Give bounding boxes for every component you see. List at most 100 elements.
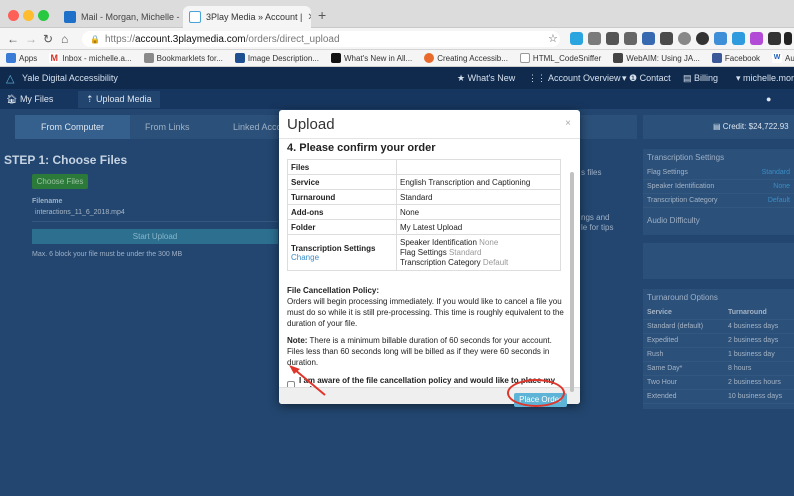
table-row: Service English Transcription and Caption… (287, 174, 561, 190)
cell: Same Day* (647, 365, 683, 372)
tab-3play[interactable]: 3Play Media » Account | ✕ (183, 6, 311, 28)
browser-tab-strip: Mail - Morgan, Michelle - Outl ✕ 3Play M… (0, 0, 794, 28)
filename-value: interactions_11_6_2018.mp4 (32, 209, 278, 222)
tab-mail[interactable]: Mail - Morgan, Michelle - Outl ✕ (58, 6, 180, 28)
home-icon[interactable]: ⌂ (61, 31, 68, 47)
bookmark-apps[interactable]: Apps (6, 53, 37, 63)
minimize-window-button[interactable] (23, 10, 34, 21)
extension-icon[interactable] (624, 32, 637, 45)
facebook-icon (711, 53, 722, 63)
bookmark-label: WebAIM: Using JA... (626, 53, 700, 63)
note-label: Note: (287, 336, 308, 345)
bookmark-image-description[interactable]: Image Description... (234, 53, 319, 63)
bookmark-facebook[interactable]: Facebook (711, 53, 760, 63)
turnaround-row: Standard (default) 4 business days (643, 320, 794, 334)
3play-logo-icon: △ (6, 73, 15, 85)
nav-upload-media[interactable]: ⇡ Upload Media (78, 91, 160, 108)
bookmark-inbox[interactable]: M Inbox - michelle.a... (49, 53, 132, 63)
cell: Two Hour (647, 379, 677, 386)
apps-grid-icon (6, 53, 16, 63)
extension-icon[interactable] (588, 32, 601, 45)
user-icon[interactable]: ● (766, 94, 771, 104)
scrollbar-thumb[interactable] (570, 172, 574, 392)
site-sub-nav: 🏠︎ My Files ⇡ Upload Media ● (0, 89, 794, 109)
row-value: None (396, 204, 561, 220)
bookmark-label: Authoring Tool Ac... (785, 53, 794, 63)
extension-icon[interactable] (696, 32, 709, 45)
extension-icon[interactable] (732, 32, 745, 45)
extension-icon[interactable] (750, 32, 763, 45)
nav-label: Billing (694, 73, 719, 83)
close-window-button[interactable] (8, 10, 19, 21)
cell: 8 hours (728, 365, 752, 372)
step-title: STEP 1: Choose Files (4, 153, 128, 167)
url-bar[interactable]: 🔒 https://account.3playmedia.com/orders/… (82, 31, 560, 47)
extension-icon[interactable] (642, 32, 655, 45)
bookmark-authoring-tool[interactable]: WAuthoring Tool Ac... (772, 53, 794, 63)
row-value: Speaker Identification None Flag Setting… (396, 234, 561, 271)
choose-files-button[interactable]: Choose Files (32, 174, 88, 189)
setting-value: None (479, 237, 499, 247)
row-value (396, 159, 561, 175)
tab-from-links[interactable]: From Links (145, 122, 190, 132)
nav-billing[interactable]: ▤ Billing (683, 73, 718, 84)
tab-linked-accounts[interactable]: Linked Acco (233, 122, 282, 132)
extension-icon[interactable] (768, 32, 781, 45)
extension-icon[interactable] (606, 32, 619, 45)
tab-title: 3Play Media » Account | (206, 12, 303, 22)
panel-title: Audio Difficulty (647, 216, 700, 225)
credit-display: ▤ Credit: $24,722.93 (643, 115, 794, 139)
url-protocol: https:// (104, 33, 135, 45)
bookmark-label: HTML_CodeSniffer (532, 53, 602, 63)
size-note: Max. 6 block your file must be under the… (32, 251, 183, 258)
extension-icon[interactable] (784, 32, 792, 45)
row-label: Transcription Category (647, 197, 718, 204)
start-upload-button[interactable]: Start Upload (32, 229, 278, 244)
row-value: None (773, 183, 790, 190)
nav-label: michelle.morga (743, 73, 794, 83)
bookmark-star-icon[interactable]: ☆ (548, 31, 558, 47)
nav-account-overview[interactable]: ⋮⋮ Account Overview (528, 73, 621, 84)
policy-title: File Cancellation Policy: (287, 286, 380, 295)
change-settings-link[interactable]: Change (291, 253, 319, 262)
reload-icon[interactable]: ↻ (43, 31, 53, 47)
new-tab-button[interactable]: + (318, 7, 326, 23)
extension-icon[interactable] (660, 32, 673, 45)
setting-label: Transcription Category (400, 257, 481, 267)
setting-label: Speaker Identification (400, 237, 477, 247)
nav-user-menu[interactable]: ▾ michelle.morga (736, 73, 794, 84)
site-icon (331, 53, 341, 63)
row-label: Service (287, 174, 397, 190)
setting-value: Default (482, 257, 509, 267)
cell: 10 business days (728, 393, 783, 400)
cell: 1 business day (728, 351, 775, 358)
nav-whats-new[interactable]: ★ What's New (457, 73, 515, 84)
folder-icon (143, 53, 154, 63)
nav-contact[interactable]: ▾ ❶ Contact (622, 73, 671, 84)
turnaround-row: Extended 10 business days (643, 390, 794, 404)
extension-icon[interactable] (570, 32, 583, 45)
extension-icon[interactable] (678, 32, 691, 45)
row-value: Default (767, 197, 790, 204)
turnaround-row: Two Hour 2 business hours (643, 376, 794, 390)
bookmark-creating-accessible[interactable]: Creating Accessib... (424, 53, 508, 63)
maximize-window-button[interactable] (38, 10, 49, 21)
bookmark-label: What's New in All... (344, 53, 413, 63)
extension-icon[interactable] (714, 32, 727, 45)
bookmark-webaim[interactable]: WebAIM: Using JA... (613, 53, 700, 63)
column-header: Service (647, 309, 672, 316)
bookmark-htmlcs[interactable]: HTML_CodeSniffer (519, 53, 602, 63)
close-tab-icon[interactable]: ✕ (307, 12, 311, 23)
bookmark-whats-new[interactable]: What's New in All... (331, 53, 412, 63)
nav-label: Contact (639, 73, 671, 83)
row-label: Speaker Identification (647, 183, 715, 190)
bookmark-folder[interactable]: Bookmarklets for... (143, 53, 223, 63)
nav-my-files[interactable]: 🏠︎ My Files (6, 94, 53, 105)
close-icon[interactable]: × (565, 118, 571, 129)
modal-title: Upload (287, 116, 335, 133)
tab-from-computer[interactable]: From Computer (15, 115, 130, 139)
forward-icon[interactable]: → (25, 31, 37, 47)
back-icon[interactable]: ← (7, 31, 19, 47)
policy-text: Orders will begin processing immediately… (287, 297, 564, 328)
table-row: Add-ons None (287, 204, 561, 220)
